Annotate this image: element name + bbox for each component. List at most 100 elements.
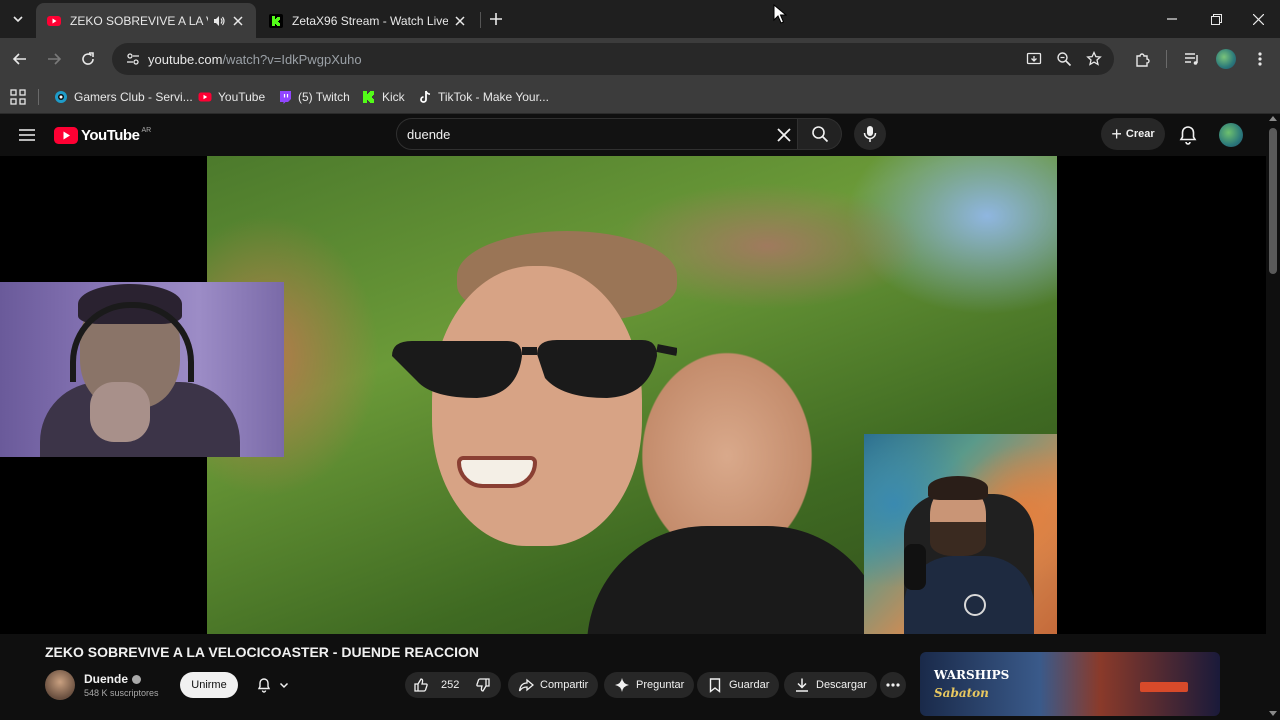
restore-button[interactable] bbox=[1194, 0, 1238, 38]
browser-tabstrip: ZEKO SOBREVIVE A LA VELO ZetaX96 Stream … bbox=[0, 0, 1280, 38]
search-input[interactable]: duende bbox=[396, 118, 798, 150]
bookmark-tiktok[interactable]: TikTok - Make Your... bbox=[418, 88, 549, 106]
ad-cta-button[interactable] bbox=[1140, 682, 1188, 692]
profile-avatar bbox=[1216, 49, 1236, 69]
page-scrollbar[interactable] bbox=[1266, 114, 1280, 720]
clear-search-icon[interactable] bbox=[774, 125, 794, 145]
webcam-overlay-left bbox=[0, 282, 284, 457]
webcam-overlay-right bbox=[864, 434, 1057, 634]
account-avatar[interactable] bbox=[1219, 123, 1243, 147]
tune-icon bbox=[127, 53, 139, 65]
apps-grid-icon bbox=[10, 89, 26, 105]
bookmark-youtube[interactable]: YouTube bbox=[198, 88, 265, 106]
tab-kick-stream[interactable]: ZetaX96 Stream - Watch Live on bbox=[258, 3, 478, 38]
download-button[interactable]: Descargar bbox=[784, 672, 877, 698]
media-controls-button[interactable] bbox=[1180, 47, 1204, 71]
video-subject-shirt bbox=[587, 526, 887, 634]
search-button[interactable] bbox=[798, 118, 842, 150]
bookmark-label: Kick bbox=[382, 90, 405, 104]
tab-youtube-video[interactable]: ZEKO SOBREVIVE A LA VELO bbox=[36, 3, 256, 38]
zoom-icon[interactable] bbox=[1056, 51, 1072, 67]
forward-button[interactable] bbox=[42, 47, 66, 71]
country-code: AR bbox=[141, 126, 152, 134]
shirt-logo bbox=[964, 594, 986, 616]
youtube-wordmark: YouTube bbox=[81, 126, 140, 144]
join-button[interactable]: Unirme bbox=[180, 672, 238, 698]
site-info-button[interactable] bbox=[118, 52, 148, 66]
back-button[interactable] bbox=[8, 47, 32, 71]
address-bar[interactable]: youtube.com/watch?v=Idk­PwgpXuho bbox=[112, 43, 1114, 75]
more-actions-button[interactable] bbox=[880, 672, 906, 698]
browser-menu-button[interactable] bbox=[1248, 47, 1272, 71]
arrow-left-icon bbox=[12, 53, 26, 65]
bookmark-label: TikTok - Make Your... bbox=[438, 90, 549, 104]
bookmark-twitch[interactable]: (5) Twitch bbox=[278, 88, 350, 106]
channel-name-row[interactable]: Duende bbox=[84, 672, 142, 686]
twitch-icon bbox=[280, 91, 291, 104]
sparkle-icon bbox=[615, 678, 629, 692]
kick-icon bbox=[363, 91, 374, 103]
bookmarks-bar: Gamers Club - Servi... YouTube (5) Twitc… bbox=[0, 80, 1280, 114]
thumbs-down-icon bbox=[476, 678, 491, 692]
plus-icon bbox=[490, 13, 502, 25]
apps-button[interactable] bbox=[10, 88, 26, 106]
new-tab-button[interactable] bbox=[486, 9, 506, 29]
video-subject-face bbox=[432, 266, 642, 546]
minimize-button[interactable] bbox=[1150, 0, 1194, 38]
save-label: Guardar bbox=[729, 679, 770, 691]
install-app-icon[interactable] bbox=[1026, 51, 1042, 67]
chevron-down-icon bbox=[279, 682, 288, 689]
speaker-icon[interactable] bbox=[212, 14, 226, 28]
tab-search-button[interactable] bbox=[6, 7, 30, 31]
tab-close-button[interactable] bbox=[452, 13, 468, 29]
share-button[interactable]: Compartir bbox=[508, 672, 599, 698]
youtube-icon bbox=[47, 15, 61, 26]
bookmark-star-icon[interactable] bbox=[1086, 51, 1102, 67]
scroll-down-arrow[interactable] bbox=[1269, 711, 1277, 716]
scrollbar-thumb[interactable] bbox=[1269, 128, 1277, 274]
sponsored-banner[interactable]: WARSHIPS Sabaton bbox=[920, 652, 1220, 716]
youtube-header: YouTube AR duende + Crear bbox=[0, 114, 1266, 156]
close-icon bbox=[455, 15, 465, 26]
close-window-button[interactable] bbox=[1236, 0, 1280, 38]
subscription-notifications-button[interactable] bbox=[246, 672, 298, 698]
puzzle-icon bbox=[1135, 52, 1150, 67]
save-button[interactable]: Guardar bbox=[697, 672, 780, 698]
browser-toolbar: youtube.com/watch?v=Idk­PwgpXuho bbox=[0, 38, 1280, 80]
profile-button[interactable] bbox=[1214, 47, 1238, 71]
channel-name[interactable]: Duende bbox=[84, 672, 128, 686]
thumbs-up-icon bbox=[414, 678, 428, 692]
ask-label: Preguntar bbox=[636, 679, 685, 691]
extensions-button[interactable] bbox=[1130, 47, 1154, 71]
share-arrow-icon bbox=[518, 678, 534, 692]
bookmark-gamersclub[interactable]: Gamers Club - Servi... bbox=[54, 88, 193, 106]
notifications-bell-icon[interactable] bbox=[1177, 124, 1199, 146]
create-button[interactable]: + Crear bbox=[1101, 118, 1165, 150]
video-subject-mouth bbox=[457, 456, 537, 488]
dislike-button[interactable] bbox=[467, 672, 505, 698]
bell-icon bbox=[257, 678, 270, 693]
bookmark-icon bbox=[709, 678, 721, 693]
ask-button[interactable]: Preguntar bbox=[604, 672, 695, 698]
like-dislike-group: 252 bbox=[405, 672, 501, 698]
create-label: Crear bbox=[1125, 128, 1155, 140]
more-horizontal-icon bbox=[886, 683, 900, 687]
tab-close-button[interactable] bbox=[230, 13, 246, 29]
plus-icon: + bbox=[1111, 124, 1122, 144]
video-player[interactable] bbox=[0, 156, 1266, 634]
url-path: /watch?v=Idk­PwgpXuho bbox=[222, 51, 362, 67]
like-button[interactable]: 252 bbox=[405, 672, 467, 698]
download-label: Descargar bbox=[816, 679, 867, 691]
channel-avatar[interactable] bbox=[45, 670, 75, 700]
hamburger-menu-icon[interactable] bbox=[16, 124, 38, 146]
voice-search-button[interactable] bbox=[854, 118, 886, 150]
microphone-graphic bbox=[904, 544, 926, 590]
bookmark-kick[interactable]: Kick bbox=[362, 88, 405, 106]
restore-icon bbox=[1210, 13, 1222, 25]
search-icon bbox=[811, 126, 828, 143]
tiktok-icon bbox=[420, 90, 431, 103]
reload-button[interactable] bbox=[76, 47, 100, 71]
youtube-logo[interactable]: YouTube AR bbox=[54, 126, 151, 144]
verified-icon bbox=[132, 674, 142, 684]
scroll-up-arrow[interactable] bbox=[1269, 116, 1277, 121]
